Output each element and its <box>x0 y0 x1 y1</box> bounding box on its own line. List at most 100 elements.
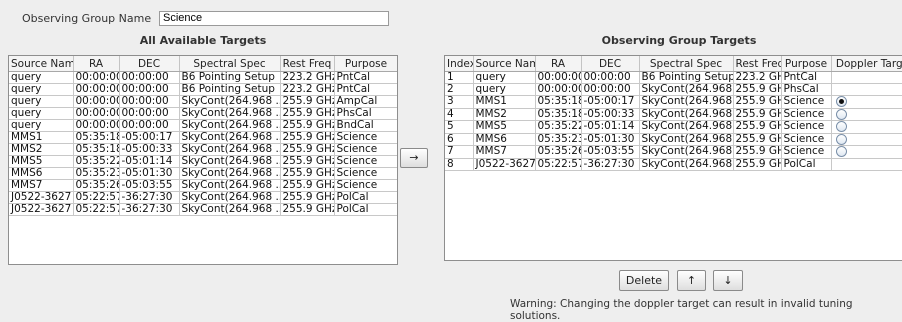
table-row[interactable]: J0522-3627 05:22:57 -36:27:30 SkyCont(264.9… <box>9 191 397 204</box>
table-row[interactable]: 5 MMS5 05:35:22 -05:01:14 SkyCont(264.968...… <box>445 120 902 134</box>
doppler-target-cell[interactable] <box>831 71 902 84</box>
column-header[interactable]: Index <box>445 56 474 72</box>
available-targets-table[interactable]: Source NameRADECSpectral SpecRest FreqPu… <box>8 55 398 265</box>
table-header: IndexSource NameRADECSpectral SpecRest F… <box>445 56 902 72</box>
table-cell: 255.9 GHz <box>280 191 335 204</box>
table-cell: 255.9 GHz <box>280 143 335 156</box>
column-header[interactable]: RA <box>73 56 120 72</box>
table-cell: Science <box>334 131 397 144</box>
doppler-target-radio[interactable] <box>835 146 847 157</box>
table-cell: 00:00:00 <box>581 71 640 84</box>
table-row[interactable]: MMS1 05:35:18 -05:00:17 SkyCont(264.968 ...… <box>9 131 397 144</box>
table-row[interactable]: 4 MMS2 05:35:18 -05:00:33 SkyCont(264.968...… <box>445 108 902 121</box>
table-cell: Science <box>334 179 397 192</box>
move-up-button[interactable]: ↑ <box>677 270 706 291</box>
table-cell: SkyCont(264.968 ... <box>179 143 281 156</box>
table-cell: -05:01:14 <box>119 155 180 168</box>
column-header[interactable]: Doppler Targe <box>831 56 902 72</box>
table-cell: -36:27:30 <box>581 158 640 171</box>
table-cell: 6 <box>445 133 474 146</box>
doppler-target-radio[interactable] <box>835 96 847 107</box>
table-cell: 255.9 GHz <box>733 120 782 134</box>
column-header[interactable]: DEC <box>581 56 640 72</box>
doppler-target-radio[interactable] <box>835 133 847 145</box>
column-header[interactable]: Purpose <box>781 56 832 72</box>
table-row[interactable]: query 00:00:00 00:00:00 SkyCont(264.968 ...… <box>9 107 397 120</box>
doppler-target-cell[interactable] <box>831 95 902 109</box>
table-row[interactable]: MMS5 05:35:22 -05:01:14 SkyCont(264.968 ...… <box>9 155 397 168</box>
move-down-button[interactable]: ↓ <box>713 270 743 291</box>
table-cell: MMS1 <box>9 131 74 144</box>
table-cell: 05:35:18 <box>535 95 582 109</box>
table-row[interactable]: query 00:00:00 00:00:00 SkyCont(264.968 ...… <box>9 119 397 132</box>
table-cell: MMS7 <box>473 145 536 159</box>
table-cell: B6 Pointing Setup <box>179 83 281 96</box>
table-row[interactable]: query 00:00:00 00:00:00 B6 Pointing Setup 22… <box>9 71 397 84</box>
doppler-warning: Warning: Changing the doppler target can… <box>510 298 853 322</box>
doppler-target-cell[interactable] <box>831 145 902 159</box>
table-cell: SkyCont(264.968... <box>639 108 734 121</box>
column-header[interactable]: Purpose <box>334 56 397 72</box>
table-cell: query <box>9 71 74 84</box>
table-row[interactable]: MMS2 05:35:18 -05:00:33 SkyCont(264.968 ...… <box>9 143 397 156</box>
table-cell: 255.9 GHz <box>280 179 335 192</box>
table-cell: 255.9 GHz <box>733 108 782 121</box>
table-cell: 4 <box>445 108 474 121</box>
table-cell: -05:00:33 <box>581 108 640 121</box>
doppler-target-cell[interactable] <box>831 158 902 171</box>
doppler-target-cell[interactable] <box>831 120 902 134</box>
group-targets-table[interactable]: IndexSource NameRADECSpectral SpecRest F… <box>444 55 902 261</box>
doppler-target-cell[interactable] <box>831 108 902 121</box>
table-cell: 255.9 GHz <box>733 133 782 146</box>
table-cell: 255.9 GHz <box>280 131 335 144</box>
column-header[interactable]: Rest Freq <box>733 56 782 72</box>
table-row[interactable]: query 00:00:00 00:00:00 SkyCont(264.968 ...… <box>9 95 397 108</box>
column-header[interactable]: DEC <box>119 56 180 72</box>
table-cell: 05:35:23 <box>535 133 582 146</box>
column-header[interactable]: Spectral Spec <box>179 56 281 72</box>
move-right-button[interactable]: → <box>400 148 428 168</box>
group-name-input[interactable] <box>159 11 389 26</box>
column-header[interactable]: Rest Freq <box>280 56 335 72</box>
doppler-target-radio[interactable] <box>835 121 847 132</box>
table-cell: SkyCont(264.968 ... <box>179 131 281 144</box>
table-cell: 00:00:00 <box>119 71 180 84</box>
table-cell: -05:01:30 <box>581 133 640 146</box>
doppler-target-cell[interactable] <box>831 133 902 146</box>
table-cell: 05:35:26 <box>535 145 582 159</box>
table-row[interactable]: 8 J0522-3627 05:22:57 -36:27:30 SkyCont(264.… <box>445 158 902 171</box>
table-cell: query <box>9 107 74 120</box>
table-cell: -05:00:17 <box>581 95 640 109</box>
delete-button[interactable]: Delete <box>619 270 669 291</box>
table-cell: 05:35:18 <box>73 131 120 144</box>
table-cell: SkyCont(264.968 ... <box>179 179 281 192</box>
column-header[interactable]: Source Name <box>9 56 74 72</box>
doppler-target-cell[interactable] <box>831 83 902 96</box>
table-cell: Science <box>781 145 832 159</box>
table-cell: 00:00:00 <box>119 95 180 108</box>
table-row[interactable]: query 00:00:00 00:00:00 B6 Pointing Setup 22… <box>9 83 397 96</box>
table-cell: SkyCont(264.968 ... <box>179 95 281 108</box>
table-cell: J0522-3627 <box>9 191 74 204</box>
doppler-target-radio[interactable] <box>835 108 847 120</box>
table-cell: query <box>9 95 74 108</box>
column-header[interactable]: RA <box>535 56 582 72</box>
table-row[interactable]: MMS7 05:35:26 -05:03:55 SkyCont(264.968 ...… <box>9 179 397 192</box>
table-header: Source NameRADECSpectral SpecRest FreqPu… <box>9 56 397 72</box>
table-row[interactable]: MMS6 05:35:23 -05:01:30 SkyCont(264.968 ...… <box>9 167 397 180</box>
table-cell: SkyCont(264.968 ... <box>179 119 281 132</box>
table-cell: SkyCont(264.968 ... <box>179 167 281 180</box>
table-cell: 05:22:57 <box>535 158 582 171</box>
column-header[interactable]: Spectral Spec <box>639 56 734 72</box>
table-cell: PolCal <box>334 191 397 204</box>
table-cell: SkyCont(264.968... <box>639 95 734 109</box>
table-row[interactable]: 6 MMS6 05:35:23 -05:01:30 SkyCont(264.968...… <box>445 133 902 146</box>
table-row[interactable]: 3 MMS1 05:35:18 -05:00:17 SkyCont(264.968...… <box>445 95 902 109</box>
table-row[interactable]: J0522-3627 05:22:57 -36:27:30 SkyCont(264.9… <box>9 203 397 216</box>
table-row[interactable]: 1 query 00:00:00 00:00:00 B6 Pointing Setup 2… <box>445 71 902 84</box>
column-header[interactable]: Source Name <box>473 56 536 72</box>
table-cell: 255.9 GHz <box>733 95 782 109</box>
table-row[interactable]: 7 MMS7 05:35:26 -05:03:55 SkyCont(264.968...… <box>445 145 902 159</box>
table-cell: MMS2 <box>473 108 536 121</box>
table-row[interactable]: 2 query 00:00:00 00:00:00 SkyCont(264.968...… <box>445 83 902 96</box>
